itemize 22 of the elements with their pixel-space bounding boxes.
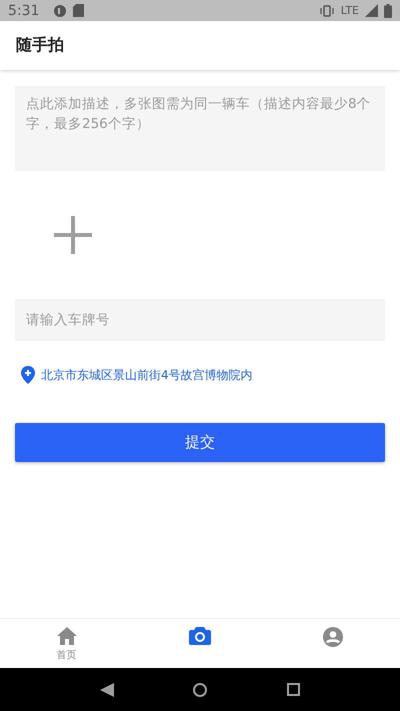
profile-icon (323, 627, 344, 647)
status-time: 5:31 (8, 2, 40, 18)
tab-item[interactable]: 首页 (0, 619, 134, 668)
page-title: 随手拍 (16, 35, 64, 56)
back-icon[interactable] (100, 682, 114, 696)
home-button-icon[interactable] (193, 682, 208, 696)
network-type: LTE (340, 4, 359, 17)
signal-icon (365, 4, 378, 17)
vibrate-icon (318, 4, 335, 16)
tab-label: 首页 (56, 649, 77, 662)
description-field[interactable]: 点此添加描述，多张图需为同一辆车（描述内容最少8个字，最多256个字） (15, 86, 385, 171)
home-icon (56, 627, 77, 645)
notification-icon (53, 4, 68, 18)
camera-icon (188, 627, 211, 645)
plate-number-field[interactable]: 请输入车牌号 (15, 299, 385, 341)
submit-button[interactable]: 提交 (15, 423, 385, 462)
location-pin-icon (21, 366, 35, 384)
location-address[interactable]: 北京市东城区景山前街4号故宫博物院内 (41, 366, 253, 384)
battery-icon (384, 4, 392, 18)
sd-card-icon (73, 4, 84, 17)
recents-icon[interactable] (287, 683, 300, 696)
add-photo-icon[interactable] (54, 216, 92, 254)
